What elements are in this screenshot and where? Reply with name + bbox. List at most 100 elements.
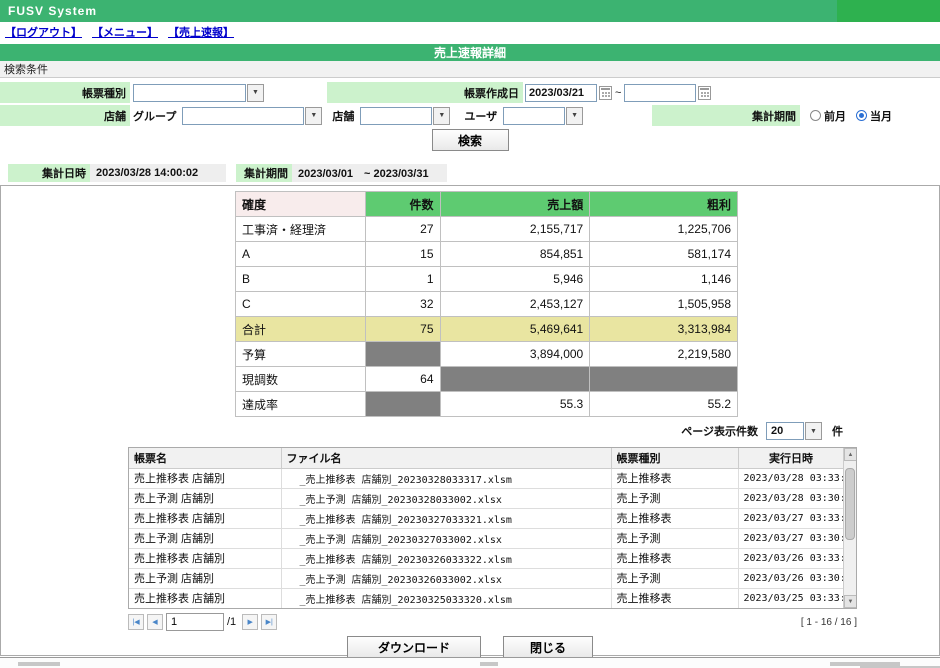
next-page-button[interactable]: ▶ (242, 614, 258, 630)
file-cell: 売上予測 店舗別 (129, 528, 281, 548)
cell-count: 27 (365, 217, 440, 242)
scroll-down-icon[interactable]: ▼ (844, 595, 857, 608)
store-combobox: ▼ (360, 107, 450, 125)
cell-label: 合計 (236, 317, 366, 342)
user-input[interactable] (503, 107, 565, 125)
search-button[interactable]: 検索 (432, 129, 509, 151)
store-dropdown-icon[interactable]: ▼ (433, 107, 450, 125)
page-size-select[interactable]: 20 (766, 422, 804, 440)
cell-label: 現調数 (236, 367, 366, 392)
file-list-scrollbar[interactable]: ▲ ▼ (843, 448, 856, 608)
file-row-6[interactable]: 売上推移表 店舗別_売上推移表 店舗別_20230325033320.xlsm売… (129, 588, 844, 608)
page-size-dropdown-icon[interactable]: ▼ (805, 422, 822, 440)
first-page-button[interactable]: |◀ (128, 614, 144, 630)
file-cell: _売上推移表 店舗別_20230328033317.xlsm (281, 468, 611, 488)
file-cell: 売上予測 (611, 488, 738, 508)
page-title: 売上速報詳細 (0, 44, 940, 61)
report-type-label: 帳票種別 (0, 82, 130, 103)
cell-label: 工事済・経理済 (236, 217, 366, 242)
cell-count: 1 (365, 267, 440, 292)
app-header: FUSV System (0, 0, 940, 22)
logout-link[interactable]: 【ログアウト】 (5, 24, 82, 40)
file-cell: 売上推移表 (611, 508, 738, 528)
cell-sales: 854,851 (440, 242, 590, 267)
date-separator: ~ (615, 87, 621, 99)
scroll-up-icon[interactable]: ▲ (844, 448, 857, 461)
user-label: ユーザ (464, 108, 497, 124)
file-cell: 2023/03/26 03:33:22 (738, 548, 844, 568)
cell-count: 15 (365, 242, 440, 267)
agg-datetime-value: 2023/03/28 14:00:02 (90, 164, 226, 182)
cell-label: B (236, 267, 366, 292)
cell-count: 75 (365, 317, 440, 342)
scrollbar-thumb[interactable] (845, 468, 855, 540)
agg-period-label: 集計期間 (236, 164, 292, 182)
file-cell: 売上推移表 (611, 548, 738, 568)
store-input[interactable] (360, 107, 432, 125)
file-cell: 売上推移表 店舗別 (129, 548, 281, 568)
file-cell: _売上推移表 店舗別_20230325033320.xlsm (281, 588, 611, 608)
report-type-combobox: ▼ (133, 84, 264, 102)
report-date-from-input[interactable]: 2023/03/21 (525, 84, 597, 102)
cell-sales: 3,894,000 (440, 342, 590, 367)
page-size-unit: 件 (832, 423, 843, 439)
cell-label: C (236, 292, 366, 317)
file-cell: _売上推移表 店舗別_20230327033321.xlsm (281, 508, 611, 528)
file-col-type: 帳票種別 (611, 448, 738, 468)
summary-row-1: A15854,851581,174 (236, 242, 738, 267)
calendar-icon[interactable] (698, 86, 711, 100)
file-cell: 売上予測 店舗別 (129, 568, 281, 588)
menu-link[interactable]: 【メニュー】 (92, 24, 158, 40)
file-list-table: 帳票名 ファイル名 帳票種別 実行日時 売上推移表 店舗別_売上推移表 店舗別_… (129, 448, 845, 609)
file-row-5[interactable]: 売上予測 店舗別_売上予測 店舗別_20230326033002.xlsx売上予… (129, 568, 844, 588)
file-cell: 売上予測 店舗別 (129, 608, 281, 609)
file-cell: 売上予測 (611, 568, 738, 588)
store-group-input[interactable] (182, 107, 304, 125)
file-row-2[interactable]: 売上推移表 店舗別_売上推移表 店舗別_20230327033321.xlsm売… (129, 508, 844, 528)
search-condition-label: 検索条件 (0, 61, 940, 78)
cell-profit: 1,146 (590, 267, 738, 292)
store-group-dropdown-icon[interactable]: ▼ (305, 107, 322, 125)
download-button[interactable]: ダウンロード (347, 636, 481, 658)
cell-sales: 2,453,127 (440, 292, 590, 317)
user-dropdown-icon[interactable]: ▼ (566, 107, 583, 125)
period-current-month-radio[interactable]: 当月 (856, 108, 892, 124)
sales-report-link[interactable]: 【売上速報】 (168, 24, 234, 40)
file-row-0[interactable]: 売上推移表 店舗別_売上推移表 店舗別_20230328033317.xlsm売… (129, 468, 844, 488)
cell-count: 64 (365, 367, 440, 392)
record-range-label: [ 1 - 16 / 16 ] (801, 617, 857, 628)
summary-row: 集計日時 2023/03/28 14:00:02 集計期間 2023/03/01… (8, 164, 940, 182)
file-cell: 2023/03/28 03:33:17 (738, 468, 844, 488)
cell-label: 予算 (236, 342, 366, 367)
file-cell: 2023/03/26 03:30:02 (738, 568, 844, 588)
cell-profit: 1,225,706 (590, 217, 738, 242)
radio-icon (810, 110, 821, 121)
cell-profit: 1,505,958 (590, 292, 738, 317)
col-header-arari: 粗利 (590, 192, 738, 217)
file-row-1[interactable]: 売上予測 店舗別_売上予測 店舗別_20230328033002.xlsx売上予… (129, 488, 844, 508)
summary-row-6: 現調数64 (236, 367, 738, 392)
file-col-filename: ファイル名 (281, 448, 611, 468)
page-number-input[interactable] (166, 613, 224, 631)
report-type-input[interactable] (133, 84, 246, 102)
summary-row-5: 予算3,894,0002,219,580 (236, 342, 738, 367)
file-cell: 売上推移表 店舗別 (129, 508, 281, 528)
period-prev-month-radio[interactable]: 前月 (810, 108, 846, 124)
file-row-7[interactable]: 売上予測 店舗別_売上予測 店舗別_20230325033002.xlsx売上予… (129, 608, 844, 609)
main-content-panel: 確度 件数 売上額 粗利 工事済・経理済272,155,7171,225,706… (0, 185, 940, 656)
close-button[interactable]: 閉じる (503, 636, 593, 658)
cell-label: 達成率 (236, 392, 366, 417)
file-row-4[interactable]: 売上推移表 店舗別_売上推移表 店舗別_20230326033322.xlsm売… (129, 548, 844, 568)
file-cell: 売上予測 店舗別 (129, 488, 281, 508)
file-cell: 売上推移表 店舗別 (129, 468, 281, 488)
file-cell: 2023/03/25 03:33:20 (738, 588, 844, 608)
calendar-icon[interactable] (599, 86, 612, 100)
report-date-to-input[interactable] (624, 84, 696, 102)
report-type-dropdown-icon[interactable]: ▼ (247, 84, 264, 102)
period-label: 集計期間 (652, 105, 800, 126)
group-label: グループ (133, 108, 176, 124)
cell-sales: 5,469,641 (440, 317, 590, 342)
file-row-3[interactable]: 売上予測 店舗別_売上予測 店舗別_20230327033002.xlsx売上予… (129, 528, 844, 548)
prev-page-button[interactable]: ◀ (147, 614, 163, 630)
last-page-button[interactable]: ▶| (261, 614, 277, 630)
